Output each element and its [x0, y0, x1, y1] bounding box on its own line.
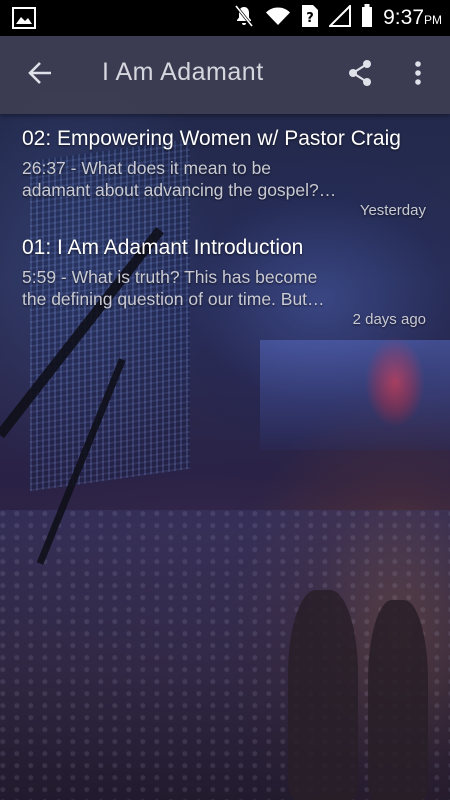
episode-description-line: 5:59 - What is truth? This has become [22, 267, 318, 287]
episode-list-item[interactable]: 01: I Am Adamant Introduction 5:59 - Wha… [0, 227, 450, 336]
app-toolbar: I Am Adamant [0, 36, 450, 114]
episode-title: 02: Empowering Women w/ Pastor Craig [22, 127, 401, 150]
back-button[interactable] [20, 55, 60, 95]
background-person [368, 600, 428, 800]
episode-date: 2 days ago [352, 311, 426, 328]
more-vert-icon [414, 60, 422, 90]
episode-date: Yesterday [359, 202, 426, 219]
signal-icon [327, 3, 352, 31]
episode-list: 02: Empowering Women w/ Pastor Craig 26:… [0, 114, 450, 336]
episode-description-line: adamant about advancing the gospel?… [22, 180, 337, 200]
status-icons: ? 9:37PM [233, 0, 442, 36]
mute-icon [233, 4, 255, 32]
episode-description-line: 26:37 - What does it mean to be [22, 158, 272, 178]
status-bar: ? 9:37PM [0, 0, 450, 36]
episode-title: 01: I Am Adamant Introduction [22, 236, 304, 259]
background-stage [260, 340, 450, 450]
image-icon [12, 7, 36, 29]
wifi-icon [265, 6, 291, 30]
status-time: 9:37PM [383, 6, 442, 29]
episode-description: 5:59 - What is truth? This has become th… [22, 266, 392, 310]
episode-description: 26:37 - What does it mean to be adamant … [22, 157, 392, 201]
arrow-back-icon [27, 60, 53, 90]
share-icon [346, 59, 374, 91]
background-person [288, 590, 358, 800]
sim-unknown-icon: ? [301, 4, 319, 32]
app-screen: ? 9:37PM I Am Adamant 02: Empowering Wom… [0, 0, 450, 800]
battery-icon [361, 4, 373, 32]
more-options-button[interactable] [400, 55, 436, 95]
svg-text:?: ? [306, 11, 314, 26]
episode-list-item[interactable]: 02: Empowering Women w/ Pastor Craig 26:… [0, 114, 450, 227]
share-button[interactable] [340, 55, 380, 95]
episode-description-line: the defining question of our time. But… [22, 289, 325, 309]
page-title: I Am Adamant [102, 58, 264, 86]
